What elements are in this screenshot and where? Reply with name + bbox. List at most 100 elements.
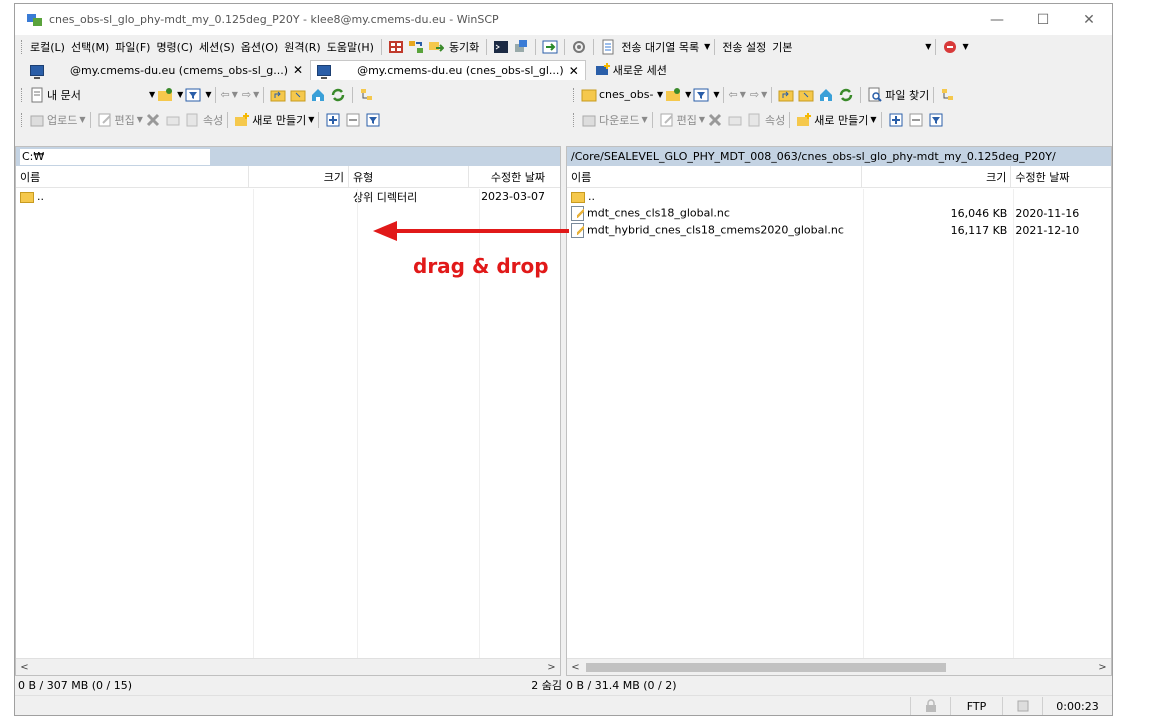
menu-help[interactable]: 도움말(H)	[324, 39, 377, 55]
refresh-icon[interactable]	[330, 87, 346, 103]
forward-dropdown-icon[interactable]: ▼	[761, 90, 767, 99]
tab-close-icon[interactable]: ✕	[293, 63, 303, 77]
filter-select-icon[interactable]	[928, 112, 944, 128]
filter-icon[interactable]	[693, 87, 709, 103]
new-button[interactable]: 새로 만들기	[814, 112, 868, 128]
delete-icon[interactable]	[145, 112, 161, 128]
close-button[interactable]: ✕	[1066, 4, 1112, 35]
scroll-left-icon[interactable]: <	[567, 662, 584, 673]
minimize-button[interactable]: —	[974, 4, 1020, 35]
maximize-button[interactable]: ☐	[1020, 4, 1066, 35]
edit-button[interactable]: 편집	[677, 112, 697, 128]
download-button[interactable]: 다운로드	[599, 112, 639, 128]
select-all-icon[interactable]	[888, 112, 904, 128]
filter-icon[interactable]	[185, 87, 201, 103]
properties-icon[interactable]	[185, 112, 201, 128]
queue-label[interactable]: 전송 대기열 목록	[618, 39, 702, 55]
transfer-preset-select[interactable]: 기본	[769, 39, 923, 55]
preferences-icon[interactable]	[942, 39, 958, 55]
upload-icon[interactable]	[29, 112, 45, 128]
menu-options[interactable]: 옵션(O)	[238, 39, 281, 55]
preferences-dropdown-icon[interactable]: ▼	[962, 42, 968, 51]
col-name[interactable]: 이름	[567, 166, 862, 187]
upload-button[interactable]: 업로드	[47, 112, 77, 128]
table-row[interactable]: mdt_cnes_cls18_global.nc 16,046 KB 2020-…	[567, 205, 1111, 222]
rename-icon[interactable]	[727, 112, 743, 128]
remote-hscrollbar[interactable]: < >	[567, 658, 1111, 675]
new-button[interactable]: 새로 만들기	[252, 112, 306, 128]
root-dir-icon[interactable]	[798, 87, 814, 103]
tab-session-1[interactable]: @my.cmems-du.eu (cmems_obs-sl_g...) ✕	[23, 60, 310, 80]
edit-icon[interactable]	[659, 112, 675, 128]
compare-dirs-icon[interactable]	[388, 39, 404, 55]
console-icon[interactable]	[493, 39, 509, 55]
local-hscrollbar[interactable]: < >	[16, 658, 560, 675]
unselect-all-icon[interactable]	[908, 112, 924, 128]
col-size[interactable]: 크기	[249, 166, 349, 187]
left-location-select[interactable]: 내 문서	[47, 87, 147, 103]
table-row[interactable]: ..	[567, 188, 1111, 205]
new-icon[interactable]	[234, 112, 250, 128]
properties-button[interactable]: 속성	[765, 112, 785, 128]
forward-icon[interactable]: ⇨	[750, 88, 759, 101]
col-type[interactable]: 유형	[349, 166, 469, 187]
edit-button[interactable]: 편집	[115, 112, 135, 128]
select-all-icon[interactable]	[325, 112, 341, 128]
tab-new-session[interactable]: 새로운 세션	[586, 60, 674, 80]
forward-icon[interactable]: ⇨	[242, 88, 251, 101]
menu-file[interactable]: 파일(F)	[112, 39, 153, 55]
menu-command[interactable]: 명령(C)	[153, 39, 196, 55]
tree-icon[interactable]	[940, 87, 956, 103]
location-dropdown-icon[interactable]: ▼	[657, 90, 663, 99]
find-files-label[interactable]: 파일 찾기	[885, 87, 929, 103]
col-modified[interactable]: 수정한 날짜	[469, 166, 549, 187]
edit-dropdown-icon[interactable]: ▼	[137, 115, 143, 124]
back-dropdown-icon[interactable]: ▼	[232, 90, 238, 99]
open-folder-icon[interactable]	[665, 87, 681, 103]
table-row[interactable]: mdt_hybrid_cnes_cls18_cmems2020_global.n…	[567, 222, 1111, 239]
filter-dropdown-icon[interactable]: ▼	[713, 90, 719, 99]
parent-dir-icon[interactable]	[778, 87, 794, 103]
putty-icon[interactable]	[513, 39, 529, 55]
find-files-icon[interactable]	[867, 87, 883, 103]
location-dropdown-icon[interactable]: ▼	[149, 90, 155, 99]
tab-close-icon[interactable]: ✕	[569, 64, 579, 78]
scroll-left-icon[interactable]: <	[16, 662, 33, 673]
download-icon[interactable]	[581, 112, 597, 128]
edit-dropdown-icon[interactable]: ▼	[699, 115, 705, 124]
properties-button[interactable]: 속성	[203, 112, 223, 128]
new-dropdown-icon[interactable]: ▼	[870, 115, 876, 124]
home-icon[interactable]	[310, 87, 326, 103]
download-dropdown-icon[interactable]: ▼	[641, 115, 647, 124]
right-location-select[interactable]: cnes_obs-	[599, 88, 655, 101]
new-icon[interactable]	[796, 112, 812, 128]
back-icon[interactable]: ⇦	[728, 88, 737, 101]
open-dropdown-icon[interactable]: ▼	[685, 90, 691, 99]
properties-icon[interactable]	[747, 112, 763, 128]
scroll-thumb[interactable]	[586, 662, 946, 672]
synchronize-icon[interactable]	[428, 39, 445, 55]
delete-icon[interactable]	[707, 112, 723, 128]
remote-path[interactable]: /Core/SEALEVEL_GLO_PHY_MDT_008_063/cnes_…	[571, 150, 1056, 163]
col-size[interactable]: 크기	[862, 166, 1012, 187]
sync-browse-icon[interactable]	[408, 39, 424, 55]
forward-dropdown-icon[interactable]: ▼	[253, 90, 259, 99]
parent-dir-icon[interactable]	[270, 87, 286, 103]
menu-session[interactable]: 세션(S)	[196, 39, 238, 55]
rename-icon[interactable]	[165, 112, 181, 128]
scroll-right-icon[interactable]: >	[1094, 662, 1111, 673]
synchronize-label[interactable]: 동기화	[446, 39, 482, 55]
unselect-all-icon[interactable]	[345, 112, 361, 128]
local-path-input[interactable]	[20, 148, 210, 165]
transfer-icon[interactable]	[542, 39, 558, 55]
filter-select-icon[interactable]	[365, 112, 381, 128]
edit-icon[interactable]	[97, 112, 113, 128]
queue-dropdown-icon[interactable]: ▼	[704, 42, 710, 51]
col-name[interactable]: 이름	[16, 166, 249, 187]
queue-icon[interactable]	[600, 39, 616, 55]
refresh-icon[interactable]	[838, 87, 854, 103]
menu-local[interactable]: 로컬(L)	[27, 39, 68, 55]
tree-icon[interactable]	[359, 87, 375, 103]
col-modified[interactable]: 수정한 날짜	[1011, 166, 1111, 187]
preset-dropdown-icon[interactable]: ▼	[925, 42, 931, 51]
